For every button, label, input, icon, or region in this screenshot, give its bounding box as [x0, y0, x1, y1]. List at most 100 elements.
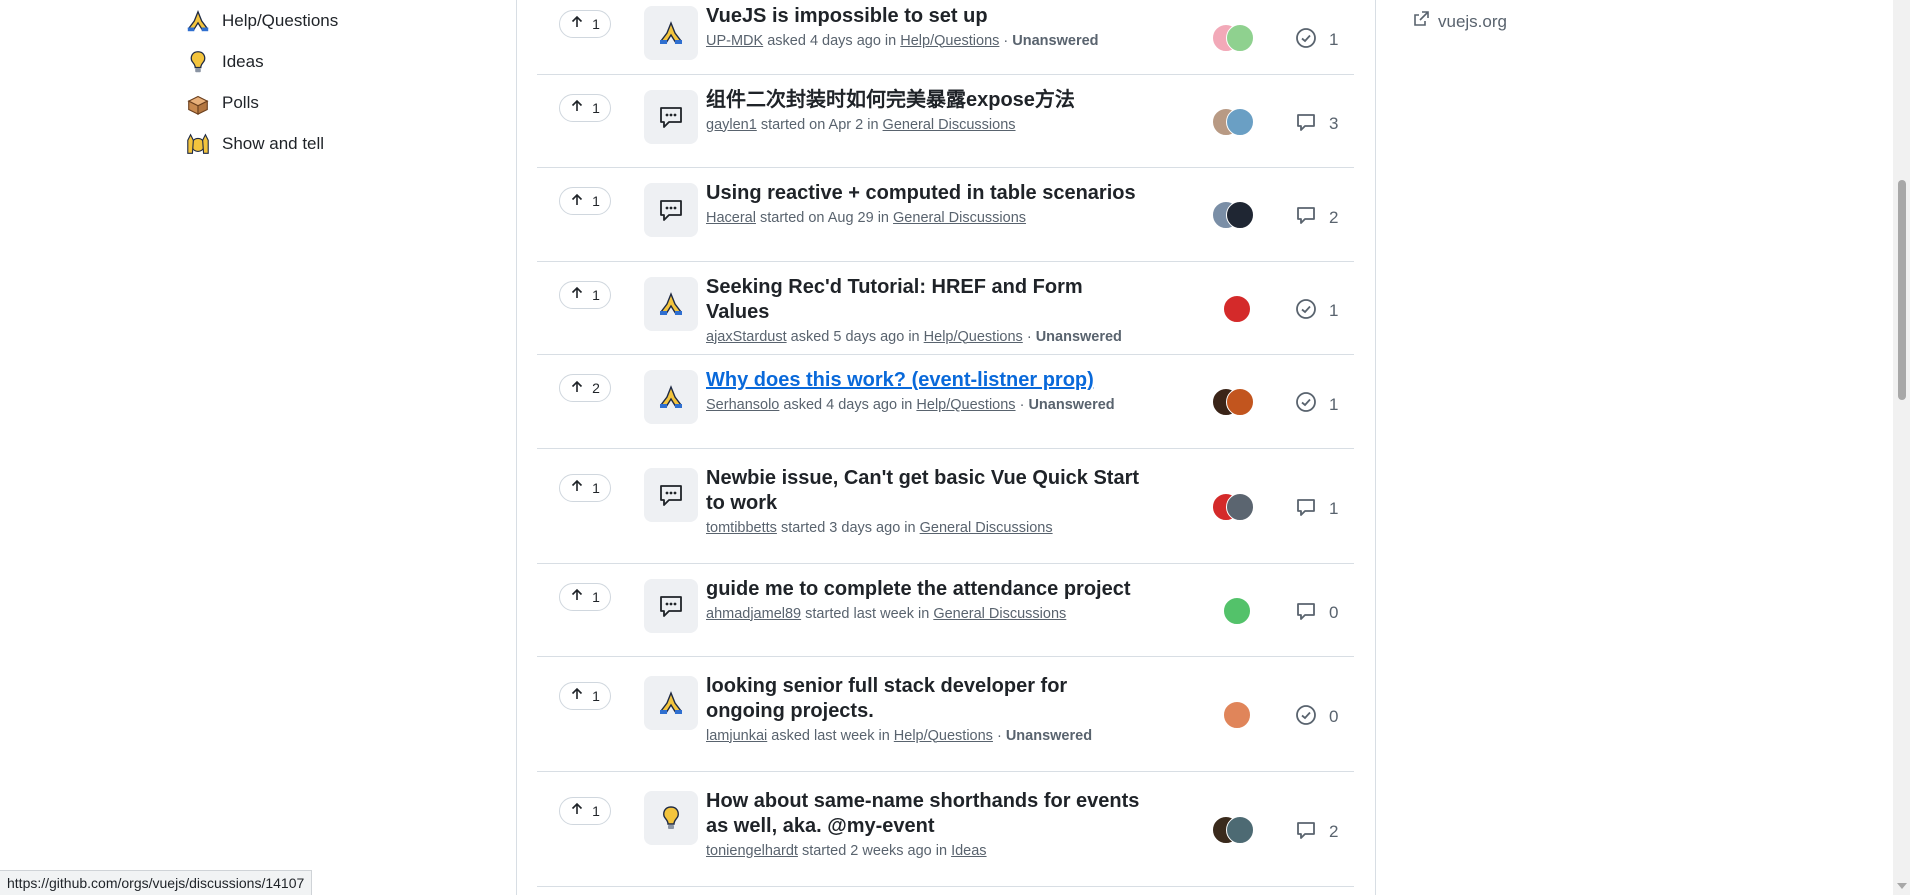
nav-item-polls[interactable]: Polls [184, 82, 514, 123]
count-value: 2 [1329, 207, 1339, 227]
speech-bubble-icon [644, 467, 698, 522]
author-link[interactable]: gaylen1 [706, 117, 757, 133]
arrow-up-icon [570, 687, 584, 704]
category-nav: Help/Questions Ideas Polls Show and tell [184, 0, 514, 164]
discussion-row[interactable]: 1 guide me to complete the attendance pr… [537, 564, 1354, 657]
count-value: 2 [1329, 822, 1339, 841]
status-label: Unanswered [1035, 328, 1122, 345]
category-link[interactable]: General Discussions [920, 520, 1053, 536]
count-value: 3 [1329, 114, 1339, 133]
author-link[interactable]: Haceral [706, 210, 756, 226]
discussion-title[interactable]: Newbie issue, Can't get basic Vue Quick … [706, 466, 1146, 516]
participant-avatars [1212, 815, 1260, 844]
meta-action: asked 4 days ago in [783, 397, 913, 413]
vuejs-org-link[interactable]: vuejs.org [1412, 10, 1507, 33]
upvote-button[interactable]: 1 [559, 187, 611, 215]
comment-icon [1295, 111, 1317, 138]
author-link[interactable]: ahmadjamel89 [706, 606, 801, 622]
status-label: Unanswered [1005, 727, 1093, 744]
discussion-title[interactable]: looking senior full stack developer for … [706, 674, 1146, 724]
meta-action: asked 4 days ago in [767, 32, 897, 49]
discussion-row[interactable]: 1 Newbie issue, Can't get basic Vue Quic… [537, 449, 1354, 564]
discussion-title[interactable]: Seeking Rec'd Tutorial: HREF and Form Va… [706, 275, 1146, 325]
participant-avatar[interactable] [1223, 700, 1251, 729]
participant-avatar[interactable] [1226, 492, 1254, 521]
participant-avatars [1212, 700, 1260, 729]
raising-hands-icon [184, 130, 212, 158]
comment-count: 2 [1295, 819, 1338, 846]
nav-item-label: Polls [222, 92, 259, 112]
discussion-row[interactable]: 1 Seeking Rec'd Tutorial: HREF and Form … [537, 262, 1354, 355]
category-link[interactable]: Help/Questions [916, 397, 1015, 413]
scrollbar-thumb[interactable] [1898, 180, 1906, 400]
answer-count: 1 [1295, 298, 1338, 325]
participant-avatar[interactable] [1223, 596, 1251, 625]
category-link[interactable]: General Discussions [883, 117, 1016, 133]
participant-avatar[interactable] [1226, 23, 1254, 52]
author-link[interactable]: ajaxStardust [706, 329, 787, 345]
participant-avatar[interactable] [1226, 815, 1254, 844]
upvote-button[interactable]: 1 [559, 582, 611, 611]
discussion-title[interactable]: Using reactive + computed in table scena… [706, 181, 1146, 206]
discussion-row[interactable]: 1 VueJS is impossible to set up UP-MDK a… [537, 0, 1354, 75]
upvote-button[interactable]: 1 [559, 681, 611, 710]
discussion-row[interactable]: 1 How about same-name shorthands for eve… [537, 772, 1354, 887]
category-link[interactable]: Help/Questions [900, 33, 999, 49]
discussion-title[interactable]: VueJS is impossible to set up [706, 4, 1146, 29]
scroll-down-arrow-icon[interactable] [1897, 883, 1907, 889]
divider [1375, 0, 1376, 895]
author-link[interactable]: tomtibbetts [706, 520, 777, 536]
upvote-button[interactable]: 2 [559, 374, 611, 402]
category-link[interactable]: Ideas [951, 843, 986, 859]
discussion-row[interactable]: 1 Using reactive + computed in table sce… [537, 168, 1354, 262]
count-value: 0 [1329, 603, 1339, 622]
author-link[interactable]: toniengelhardt [706, 843, 798, 859]
participant-avatar[interactable] [1226, 201, 1254, 229]
participant-avatar[interactable] [1226, 107, 1254, 136]
upvote-button[interactable]: 1 [559, 9, 611, 38]
discussion-meta: Haceral started on Aug 29 in General Dis… [706, 208, 1146, 228]
count-value: 1 [1329, 499, 1339, 518]
discussion-title[interactable]: guide me to complete the attendance proj… [706, 577, 1146, 602]
comment-count: 1 [1295, 496, 1338, 523]
discussion-meta: lamjunkai asked last week in Help/Questi… [706, 727, 1093, 744]
nav-item-show-and-tell[interactable]: Show and tell [184, 123, 514, 164]
author-link[interactable]: UP-MDK [706, 33, 763, 49]
nav-item-help-questions[interactable]: Help/Questions [184, 0, 514, 41]
scrollbar[interactable] [1893, 0, 1910, 895]
upvote-button[interactable]: 1 [559, 93, 611, 122]
answer-count: 1 [1295, 27, 1338, 54]
external-link-icon [1412, 10, 1430, 33]
category-link[interactable]: Help/Questions [894, 728, 993, 744]
author-link[interactable]: Serhansolo [706, 397, 779, 413]
upvote-button[interactable]: 1 [559, 473, 611, 502]
discussion-title[interactable]: Why does this work? (event-listner prop) [706, 368, 1146, 393]
folded-hands-icon [644, 5, 698, 60]
upvote-button[interactable]: 1 [559, 280, 611, 309]
ballot-box-icon [184, 89, 212, 117]
category-link[interactable]: General Discussions [933, 606, 1066, 622]
comment-icon [1295, 819, 1317, 846]
discussion-title[interactable]: How about same-name shorthands for event… [706, 789, 1146, 839]
upvote-button[interactable]: 1 [559, 796, 611, 825]
comment-count: 0 [1295, 600, 1338, 627]
arrow-up-icon [570, 479, 584, 496]
author-link[interactable]: lamjunkai [706, 728, 767, 744]
nav-item-ideas[interactable]: Ideas [184, 41, 514, 82]
discussion-row[interactable]: 1 组件二次封装时如何完美暴露expose方法 gaylen1 started … [537, 75, 1354, 168]
nav-item-label: Show and tell [222, 133, 325, 153]
check-circle-icon [1295, 704, 1317, 731]
category-link[interactable]: General Discussions [893, 210, 1026, 226]
status-bar-url: https://github.com/orgs/vuejs/discussion… [0, 870, 313, 895]
participant-avatar[interactable] [1226, 388, 1254, 416]
participant-avatars [1212, 596, 1260, 625]
category-link[interactable]: Help/Questions [924, 329, 1023, 345]
nav-item-label: Help/Questions [222, 10, 339, 30]
discussion-row[interactable]: 2 Why does this work? (event-listner pro… [537, 355, 1354, 449]
folded-hands-icon [184, 7, 212, 35]
discussion-title[interactable]: 组件二次封装时如何完美暴露expose方法 [706, 88, 1146, 113]
arrow-up-icon [570, 588, 584, 605]
discussion-row[interactable]: 1 looking senior full stack developer fo… [537, 657, 1354, 772]
arrow-up-icon [570, 15, 584, 32]
participant-avatar[interactable] [1223, 294, 1251, 323]
